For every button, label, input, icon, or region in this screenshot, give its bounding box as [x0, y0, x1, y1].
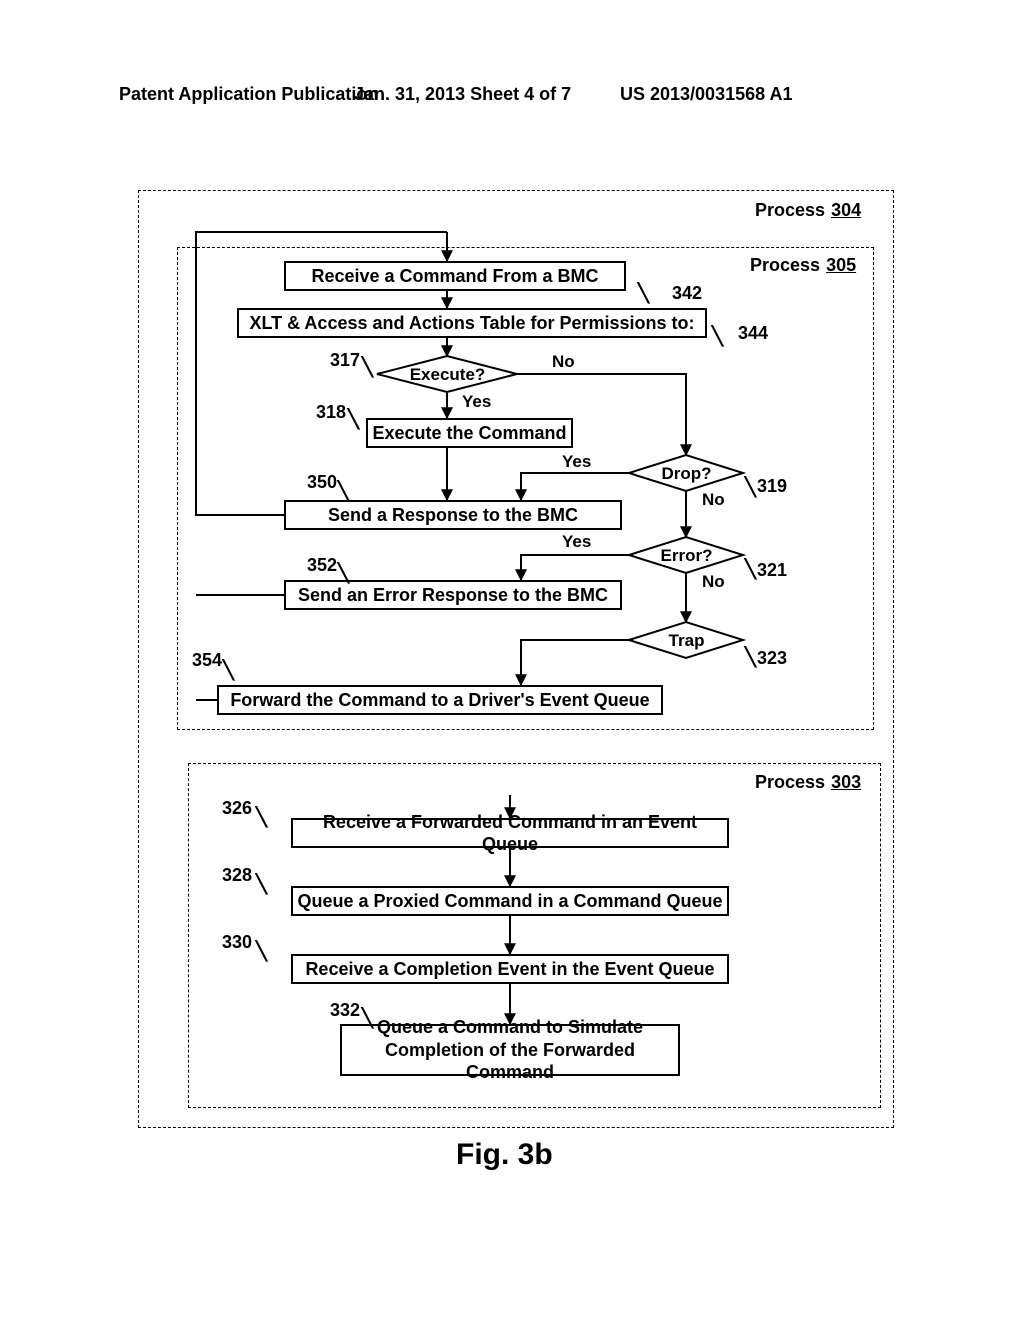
step-328: Queue a Proxied Command in a Command Que… — [291, 886, 729, 916]
step-344: XLT & Access and Actions Table for Permi… — [237, 308, 707, 338]
step-352: Send an Error Response to the BMC — [284, 580, 622, 610]
header-right: US 2013/0031568 A1 — [620, 84, 792, 105]
branch-317-no: No — [552, 352, 575, 372]
ref-352: 352 — [307, 555, 337, 576]
ref-350: 350 — [307, 472, 337, 493]
step-326: Receive a Forwarded Command in an Event … — [291, 818, 729, 848]
branch-321-yes: Yes — [562, 532, 591, 552]
process-305-label: Process305 — [750, 255, 856, 276]
process-304-label: Process304 — [755, 200, 861, 221]
ref-323: 323 — [757, 648, 787, 669]
ref-321: 321 — [757, 560, 787, 581]
step-354: Forward the Command to a Driver's Event … — [217, 685, 663, 715]
process-303-label: Process303 — [755, 772, 861, 793]
ref-342: 342 — [672, 283, 702, 304]
step-350: Send a Response to the BMC — [284, 500, 622, 530]
branch-319-yes: Yes — [562, 452, 591, 472]
step-332: Queue a Command to Simulate Completion o… — [340, 1024, 680, 1076]
ref-326: 326 — [222, 798, 252, 819]
branch-319-no: No — [702, 490, 725, 510]
step-318: Execute the Command — [366, 418, 573, 448]
figure-caption: Fig. 3b — [456, 1138, 553, 1172]
header-left: Patent Application Publication — [119, 84, 378, 105]
branch-321-no: No — [702, 572, 725, 592]
ref-317: 317 — [330, 350, 360, 371]
branch-317-yes: Yes — [462, 392, 491, 412]
ref-319: 319 — [757, 476, 787, 497]
step-342: Receive a Command From a BMC — [284, 261, 626, 291]
ref-344: 344 — [738, 323, 768, 344]
ref-328: 328 — [222, 865, 252, 886]
step-330: Receive a Completion Event in the Event … — [291, 954, 729, 984]
ref-332: 332 — [330, 1000, 360, 1021]
page: Patent Application Publication Jan. 31, … — [0, 0, 1024, 1320]
ref-318: 318 — [316, 402, 346, 423]
ref-330: 330 — [222, 932, 252, 953]
ref-354: 354 — [192, 650, 222, 671]
header-center: Jan. 31, 2013 Sheet 4 of 7 — [354, 84, 571, 105]
